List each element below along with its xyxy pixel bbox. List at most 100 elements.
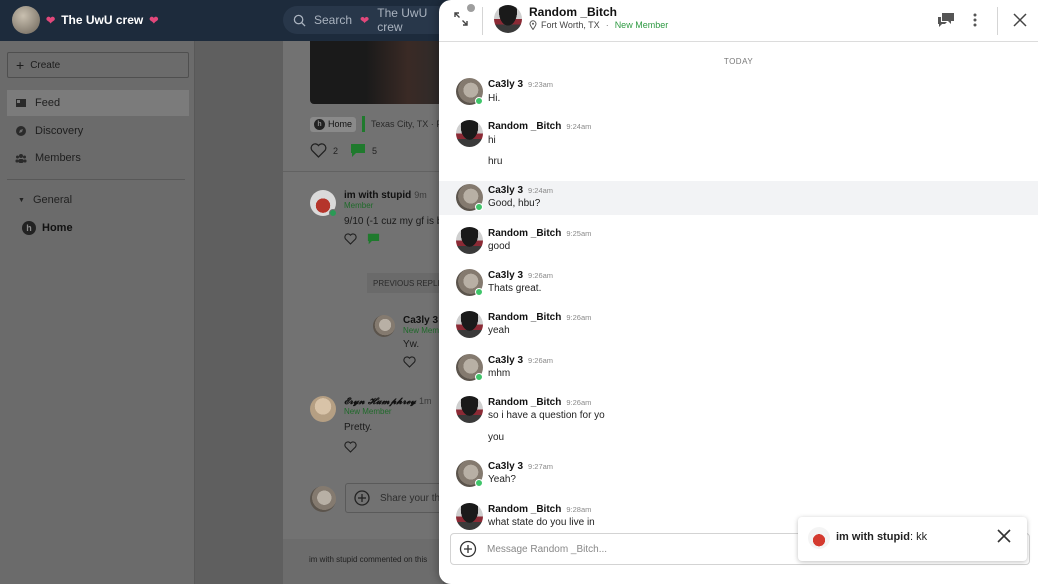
avatar[interactable] bbox=[456, 396, 483, 423]
message-text: Hi. bbox=[488, 93, 501, 104]
heart-outline-icon[interactable] bbox=[310, 143, 327, 158]
close-icon bbox=[1013, 13, 1027, 27]
heart-outline-icon[interactable] bbox=[403, 356, 416, 368]
message: Ca3ly 3 9:26am Thats great. bbox=[439, 267, 1038, 307]
post-divider bbox=[283, 171, 443, 172]
sidebar-item-members[interactable]: Members bbox=[7, 145, 189, 171]
tag-home[interactable]: h Home bbox=[310, 116, 357, 132]
reply-text: Yw. bbox=[403, 339, 420, 350]
create-button[interactable]: + Create bbox=[7, 52, 189, 78]
chat-partner-name[interactable]: Random _Bitch bbox=[529, 5, 617, 19]
avatar bbox=[310, 486, 336, 512]
message-sender[interactable]: Ca3ly 3 9:24am bbox=[488, 185, 553, 196]
message-sender[interactable]: Random _Bitch 9:28am bbox=[488, 504, 591, 515]
sidebar-item-home[interactable]: h Home bbox=[22, 221, 73, 235]
toast-message: im with stupid: kk bbox=[836, 531, 928, 543]
message: Ca3ly 3 9:27am Yeah? bbox=[439, 458, 1038, 498]
avatar[interactable] bbox=[494, 5, 522, 33]
plus-circle-icon[interactable] bbox=[354, 490, 370, 506]
previous-replies-button[interactable]: PREVIOUS REPLIES bbox=[367, 273, 443, 293]
message-sender[interactable]: Ca3ly 3 9:27am bbox=[488, 461, 553, 472]
heart-icon: ❤ bbox=[360, 14, 370, 27]
post-image[interactable] bbox=[310, 41, 443, 104]
comment: 𝓔𝓻𝔂𝓷 𝓗𝓾𝓶𝓹𝓱𝓻𝓮𝔂 1m New Member Pretty. bbox=[310, 396, 431, 458]
heart-icon: ❤ bbox=[149, 14, 159, 27]
sidebar-item-discovery[interactable]: Discovery bbox=[7, 118, 189, 144]
online-indicator bbox=[475, 97, 483, 105]
avatar[interactable] bbox=[373, 315, 395, 337]
message-time: 9:28am bbox=[566, 505, 592, 514]
search-placeholder: Search bbox=[314, 13, 353, 27]
message-sender[interactable]: Ca3ly 3 9:23am bbox=[488, 79, 553, 90]
comment-author[interactable]: 𝓔𝓻𝔂𝓷 𝓗𝓾𝓶𝓹𝓱𝓻𝓮𝔂 1m bbox=[344, 396, 431, 407]
group-name: The UwU crew bbox=[61, 13, 144, 27]
message-time: 9:27am bbox=[528, 462, 554, 471]
caret-down-icon: ▼ bbox=[18, 196, 25, 204]
message-sender[interactable]: Random _Bitch 9:24am bbox=[488, 121, 591, 132]
reply-author[interactable]: Ca3ly 3 bbox=[403, 315, 439, 326]
reply: Ca3ly 3 New Mem Yw. bbox=[373, 315, 439, 373]
avatar[interactable] bbox=[456, 311, 483, 338]
avatar[interactable] bbox=[310, 396, 336, 422]
sidebar-item-label: Feed bbox=[35, 97, 61, 109]
more-options-button[interactable] bbox=[965, 10, 985, 30]
share-placeholder: Share your th bbox=[380, 492, 441, 504]
message-time: 9:26am bbox=[528, 271, 554, 280]
chat-partner-location: Fort Worth, TX bbox=[541, 20, 600, 30]
message-time: 9:26am bbox=[566, 398, 592, 407]
avatar bbox=[808, 527, 830, 549]
message-sender[interactable]: Random _Bitch 9:26am bbox=[488, 397, 591, 408]
comment-role: Member bbox=[344, 201, 374, 210]
comment: im with stupid 9m Member 9/10 (-1 cuz my … bbox=[310, 190, 442, 245]
activity-text: im with stupid commented on this bbox=[309, 555, 428, 564]
comment-text: Pretty. bbox=[344, 422, 373, 433]
notification-toast[interactable]: im with stupid: kk bbox=[798, 517, 1027, 561]
close-chat-button[interactable] bbox=[1010, 10, 1030, 30]
chat-header: Random _Bitch Fort Worth, TX · New Membe… bbox=[439, 0, 1038, 42]
sidebar: + Create Feed Discovery Members ▼ Genera… bbox=[0, 41, 195, 584]
day-separator: TODAY bbox=[723, 57, 754, 66]
message-text: good bbox=[488, 241, 511, 252]
message-time: 9:24am bbox=[528, 186, 554, 195]
plus-circle-icon[interactable] bbox=[459, 540, 477, 558]
header-divider bbox=[482, 7, 483, 35]
section-label: General bbox=[32, 194, 73, 206]
comment-count: 5 bbox=[372, 145, 378, 156]
chats-button[interactable] bbox=[936, 10, 956, 30]
members-icon bbox=[15, 154, 27, 163]
avatar[interactable] bbox=[456, 120, 483, 147]
message-sender[interactable]: Ca3ly 3 9:26am bbox=[488, 270, 553, 281]
search-input[interactable]: Search ❤ The UwU crew bbox=[283, 6, 453, 34]
avatar[interactable] bbox=[456, 227, 483, 254]
group-avatar bbox=[12, 6, 40, 34]
group-brand[interactable]: ❤ The UwU crew ❤ bbox=[12, 6, 158, 34]
message-sender[interactable]: Random _Bitch 9:26am bbox=[488, 312, 591, 323]
message-sender[interactable]: Ca3ly 3 9:26am bbox=[488, 355, 553, 366]
message-list: TODAY Ca3ly 3 9:23am Hi. Random _Bitch 9:2… bbox=[439, 42, 1038, 530]
heart-outline-icon[interactable] bbox=[344, 441, 357, 453]
chat-bubbles-icon bbox=[938, 13, 954, 27]
avatar[interactable] bbox=[456, 503, 483, 530]
header-divider bbox=[997, 7, 998, 35]
avatar[interactable] bbox=[310, 190, 337, 217]
expand-icon[interactable] bbox=[453, 11, 469, 27]
message-text: Yeah? bbox=[488, 474, 516, 485]
sidebar-item-label: Discovery bbox=[35, 125, 84, 137]
heart-outline-icon[interactable] bbox=[344, 233, 357, 245]
comment-icon[interactable] bbox=[367, 233, 380, 245]
comment-author[interactable]: im with stupid 9m bbox=[344, 190, 442, 201]
share-input[interactable]: Share your th bbox=[345, 483, 443, 513]
message: Random _Bitch 9:26am yeah bbox=[439, 309, 1038, 349]
message-time: 9:26am bbox=[566, 313, 592, 322]
message-sender[interactable]: Random _Bitch 9:25am bbox=[488, 228, 591, 239]
sidebar-item-feed[interactable]: Feed bbox=[7, 90, 189, 116]
member-badge: New Member bbox=[614, 20, 669, 30]
comment-text: 9/10 (-1 cuz my gf is b bbox=[344, 216, 443, 227]
close-icon[interactable] bbox=[996, 528, 1012, 544]
status-dot bbox=[467, 4, 475, 12]
comment-icon[interactable] bbox=[350, 143, 366, 158]
section-general[interactable]: ▼ General bbox=[18, 194, 72, 206]
chat-panel: Random _Bitch Fort Worth, TX · New Membe… bbox=[439, 0, 1038, 584]
message-text: you bbox=[488, 432, 505, 443]
feed: h Home Texas City, TX · Po 2 5 im with s… bbox=[283, 41, 443, 584]
